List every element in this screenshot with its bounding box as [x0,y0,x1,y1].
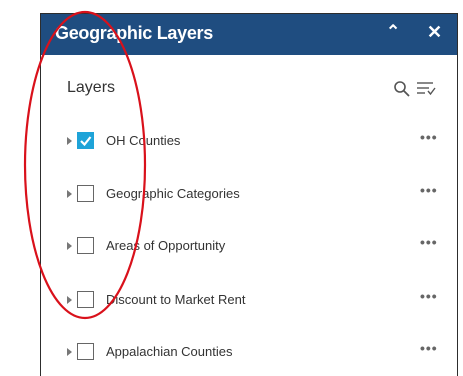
double-chevron-up-icon[interactable]: ⌃ [386,22,400,42]
layer-row: OH Counties ••• [41,127,457,157]
more-options-icon[interactable]: ••• [420,340,438,356]
search-icon[interactable] [393,80,411,103]
layer-row: Discount to Market Rent ••• [41,286,457,316]
expand-caret-icon[interactable] [67,242,72,250]
more-options-icon[interactable]: ••• [420,288,438,304]
expand-caret-icon[interactable] [67,190,72,198]
layer-checkbox[interactable] [77,237,94,254]
layer-checkbox[interactable] [77,343,94,360]
panel-title-bar: Geographic Layers ⌃ ✕ [41,14,457,55]
layer-label: Discount to Market Rent [106,292,246,307]
more-options-icon[interactable]: ••• [420,234,438,250]
layers-heading: Layers [67,79,116,96]
layer-label: Appalachian Counties [106,344,233,359]
expand-caret-icon[interactable] [67,348,72,356]
layer-row: Geographic Categories ••• [41,180,457,210]
layer-checkbox[interactable] [77,132,94,149]
panel-title: Geographic Layers [55,23,213,43]
layer-checkbox[interactable] [77,291,94,308]
layer-label: Geographic Categories [106,186,240,201]
layer-label: OH Counties [106,133,181,148]
expand-caret-icon[interactable] [67,296,72,304]
filter-list-icon[interactable] [416,80,436,103]
layer-row: Appalachian Counties ••• [41,338,457,368]
layer-checkbox[interactable] [77,185,94,202]
layer-label: Areas of Opportunity [106,238,226,253]
more-options-icon[interactable]: ••• [420,182,438,198]
expand-caret-icon[interactable] [67,137,72,145]
layer-row: Areas of Opportunity ••• [41,232,457,262]
close-icon[interactable]: ✕ [427,22,442,43]
more-options-icon[interactable]: ••• [420,129,438,145]
layer-list-panel: Geographic Layers ⌃ ✕ Layers OH Counties… [40,13,458,376]
